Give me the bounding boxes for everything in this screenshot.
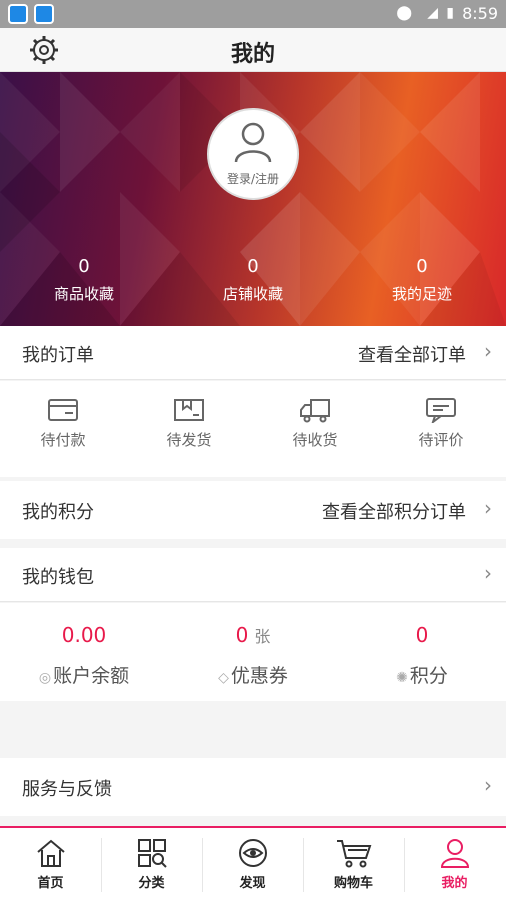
coupons-label: 优惠券 (230, 665, 288, 687)
points-value: 0 (415, 623, 429, 647)
chevron-right-icon: › (484, 339, 492, 363)
favorite-shops-stat[interactable]: 0 店铺收藏 (169, 256, 337, 304)
order-tab-pending-receipt[interactable]: 待收货 (252, 397, 378, 450)
bottom-tab-bar: 首页 分类 发现 购物车 我的 (0, 826, 506, 900)
balance-label: 账户余额 (53, 665, 130, 687)
home-icon (36, 839, 65, 867)
order-tab-pending-review[interactable]: 待评价 (378, 397, 504, 450)
stat-value: 0 (78, 256, 90, 277)
favorite-products-stat[interactable]: 0 商品收藏 (0, 256, 168, 304)
tab-discover[interactable]: 发现 (202, 838, 303, 898)
comment-icon (426, 398, 456, 423)
clock: 8:59 (462, 4, 498, 23)
discover-icon (238, 839, 267, 867)
order-tab-label: 待收货 (292, 431, 338, 449)
coupons-value: 0 (235, 623, 249, 647)
view-all-points-orders-link[interactable]: 查看全部积分订单 (322, 498, 466, 524)
profile-banner: 登录/注册 0 商品收藏 0 店铺收藏 0 我的足迹 (0, 72, 506, 326)
tab-label: 首页 (37, 876, 64, 891)
tab-mine[interactable]: 我的 (404, 838, 505, 898)
money-icon: ◎ (38, 670, 52, 686)
tab-label: 分类 (138, 876, 165, 891)
points-title: 我的积分 (22, 502, 94, 523)
location-icon: ⬤ (396, 5, 412, 21)
app-notification-icon (34, 4, 54, 24)
wallet-values: 0.00 ◎ 账户余额 0张 ◇ 优惠券 0 ✺ 积分 (0, 603, 506, 701)
battery-icon: ▮ (446, 5, 454, 21)
chevron-right-icon: › (484, 773, 492, 797)
orders-header-row[interactable]: 我的订单 查看全部订单 › (0, 326, 506, 380)
order-tab-pending-payment[interactable]: 待付款 (0, 397, 126, 450)
wifi-icon: ◢ (427, 5, 438, 21)
order-tab-label: 待付款 (40, 431, 86, 449)
stat-label: 商品收藏 (53, 285, 114, 303)
order-tab-label: 待发货 (166, 431, 212, 449)
category-icon (137, 839, 167, 868)
tab-category[interactable]: 分类 (101, 838, 202, 898)
balance-value: 0.00 (61, 623, 107, 647)
order-tab-label: 待评价 (418, 431, 464, 449)
box-icon (174, 399, 204, 421)
tag-icon: ◇ (218, 670, 229, 686)
wallet-title: 我的钱包 (22, 567, 94, 588)
order-tab-pending-shipment[interactable]: 待发货 (126, 397, 252, 450)
points-icon: ✺ (396, 670, 408, 686)
stat-value: 0 (416, 256, 428, 277)
chevron-right-icon: › (484, 496, 492, 520)
coupons[interactable]: 0张 ◇ 优惠券 (169, 623, 337, 688)
avatar[interactable]: 登录/注册 (207, 108, 299, 200)
points-label: 积分 (409, 665, 448, 687)
account-balance[interactable]: 0.00 ◎ 账户余额 (0, 623, 168, 688)
service-feedback-row[interactable]: 服务与反馈 › (0, 758, 506, 816)
wallet-header-row[interactable]: 我的钱包 › (0, 548, 506, 602)
tab-home[interactable]: 首页 (0, 838, 101, 898)
chevron-right-icon: › (484, 561, 492, 585)
truck-icon (300, 399, 330, 423)
wallet-icon (48, 399, 78, 421)
order-status-tabs: 待付款 待发货 待收货 待评价 (0, 381, 506, 477)
orders-title: 我的订单 (22, 345, 94, 366)
tab-label: 我的 (441, 876, 468, 891)
title-bar: 我的 (0, 28, 506, 72)
login-register-label: 登录/注册 (226, 172, 280, 186)
footprint-stat[interactable]: 0 我的足迹 (338, 256, 506, 304)
user-icon (440, 839, 469, 868)
points-row[interactable]: 我的积分 查看全部积分订单 › (0, 481, 506, 539)
stat-label: 店铺收藏 (222, 285, 283, 303)
stat-label: 我的足迹 (391, 285, 452, 303)
cart-icon (336, 840, 371, 868)
stat-value: 0 (247, 256, 259, 277)
service-feedback-title: 服务与反馈 (22, 779, 112, 800)
tab-label: 发现 (239, 876, 266, 891)
view-all-orders-link[interactable]: 查看全部订单 (358, 341, 466, 367)
status-bar: ⬤ ◢ ▮ 8:59 (0, 0, 506, 28)
coupons-unit: 张 (254, 627, 271, 646)
user-avatar-icon (234, 122, 272, 163)
tab-cart[interactable]: 购物车 (303, 838, 404, 898)
wallet-points[interactable]: 0 ✺ 积分 (338, 623, 506, 688)
page-title: 我的 (230, 42, 275, 67)
app-notification-icon (8, 4, 28, 24)
tab-label: 购物车 (333, 876, 373, 891)
